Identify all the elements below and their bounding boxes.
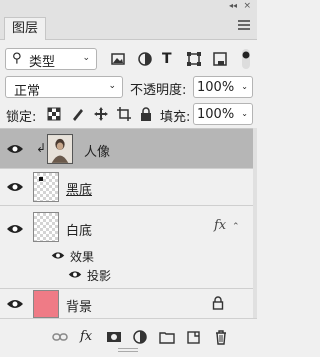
type-filter-icon[interactable]: T <box>162 51 178 67</box>
link-layers-icon[interactable] <box>52 329 68 345</box>
chevron-down-icon: ⌄ <box>241 82 248 91</box>
adjustment-layer-icon[interactable] <box>132 329 148 345</box>
eye-icon[interactable] <box>6 297 24 311</box>
blend-row: 正常 ⌄ 不透明度: 100% ⌄ <box>0 76 257 100</box>
lock-all-icon[interactable] <box>138 106 154 122</box>
blend-mode-select[interactable]: 正常 ⌄ <box>5 76 123 99</box>
blend-mode-value: 正常 <box>14 84 41 99</box>
lock-label: 锁定: <box>6 110 37 125</box>
add-layer-style-icon[interactable]: fx <box>80 329 96 345</box>
filter-type-label: 类型 <box>29 55 56 70</box>
layer-name[interactable]: 白底 <box>66 220 92 239</box>
chevron-down-icon: ⌄ <box>82 53 90 63</box>
chevron-down-icon: ⌄ <box>108 81 116 91</box>
layers-list: ↲ 人像 黑底 白底 fx ⌃ 效果 投影 背景 <box>0 128 257 318</box>
new-layer-icon[interactable] <box>186 329 202 345</box>
adjustment-filter-icon[interactable] <box>137 51 153 67</box>
layer-row-black-base[interactable]: 黑底 <box>0 169 257 206</box>
lock-artboard-icon[interactable] <box>116 106 132 122</box>
layer-thumbnail <box>33 212 59 242</box>
add-mask-icon[interactable] <box>106 329 122 345</box>
layer-effects-icon[interactable]: fx <box>214 218 226 233</box>
fill-field[interactable]: 100% ⌄ <box>193 103 253 125</box>
fill-label: 填充: <box>160 110 191 125</box>
chevron-down-icon: ⌄ <box>241 109 248 118</box>
eye-icon[interactable] <box>6 180 24 194</box>
layer-name[interactable]: 人像 <box>84 141 110 160</box>
filter-toggle-icon[interactable] <box>242 49 250 69</box>
opacity-label: 不透明度: <box>130 83 187 98</box>
tab-bar: 图层 <box>0 12 257 40</box>
eye-icon[interactable] <box>68 269 82 280</box>
lock-icon <box>212 296 224 310</box>
eye-icon[interactable] <box>6 142 24 156</box>
panel-menu-icon[interactable] <box>238 20 250 32</box>
panel-title-strip: ◂◂ × <box>0 0 257 12</box>
shape-filter-icon[interactable] <box>186 51 202 67</box>
layer-thumbnail <box>47 134 73 164</box>
effects-label: 效果 <box>70 250 95 264</box>
eye-icon[interactable] <box>51 250 65 261</box>
resize-grip[interactable] <box>118 348 138 353</box>
filter-row: ⚲ 类型 ⌄ T <box>0 45 257 75</box>
opacity-field[interactable]: 100% ⌄ <box>193 76 253 98</box>
fill-value: 100% <box>197 107 235 122</box>
collapse-panel-icon[interactable]: ◂◂ <box>229 0 237 12</box>
lock-image-pixels-icon[interactable] <box>70 106 86 122</box>
delete-layer-icon[interactable] <box>213 329 229 345</box>
lock-position-icon[interactable] <box>93 106 109 122</box>
clipping-mask-icon: ↲ <box>36 141 47 155</box>
layer-row-background[interactable]: 背景 <box>0 289 257 319</box>
close-panel-icon[interactable]: × <box>243 0 251 12</box>
lock-transparent-pixels-icon[interactable] <box>46 106 62 122</box>
layer-thumbnail <box>33 172 59 202</box>
image-filter-icon[interactable] <box>110 51 126 67</box>
eye-icon[interactable] <box>6 222 24 236</box>
search-icon: ⚲ <box>12 51 22 66</box>
layer-name[interactable]: 背景 <box>66 296 92 315</box>
new-group-icon[interactable] <box>159 329 175 345</box>
smart-object-filter-icon[interactable] <box>212 51 228 67</box>
lock-row: 锁定: 填充: 100% ⌄ <box>0 102 257 126</box>
filter-type-select[interactable]: ⚲ 类型 ⌄ <box>5 48 97 70</box>
layer-thumbnail <box>33 290 59 318</box>
scrollbar[interactable] <box>253 128 257 318</box>
layer-name[interactable]: 黑底 <box>66 179 92 198</box>
effect-drop-shadow[interactable]: 投影 <box>87 267 111 284</box>
tab-layers[interactable]: 图层 <box>4 17 46 40</box>
layer-row-white-base[interactable]: 白底 fx ⌃ 效果 投影 <box>0 206 257 289</box>
opacity-value: 100% <box>197 80 235 95</box>
chevron-up-icon[interactable]: ⌃ <box>232 222 240 232</box>
layer-row-portrait[interactable]: ↲ 人像 <box>0 129 257 169</box>
